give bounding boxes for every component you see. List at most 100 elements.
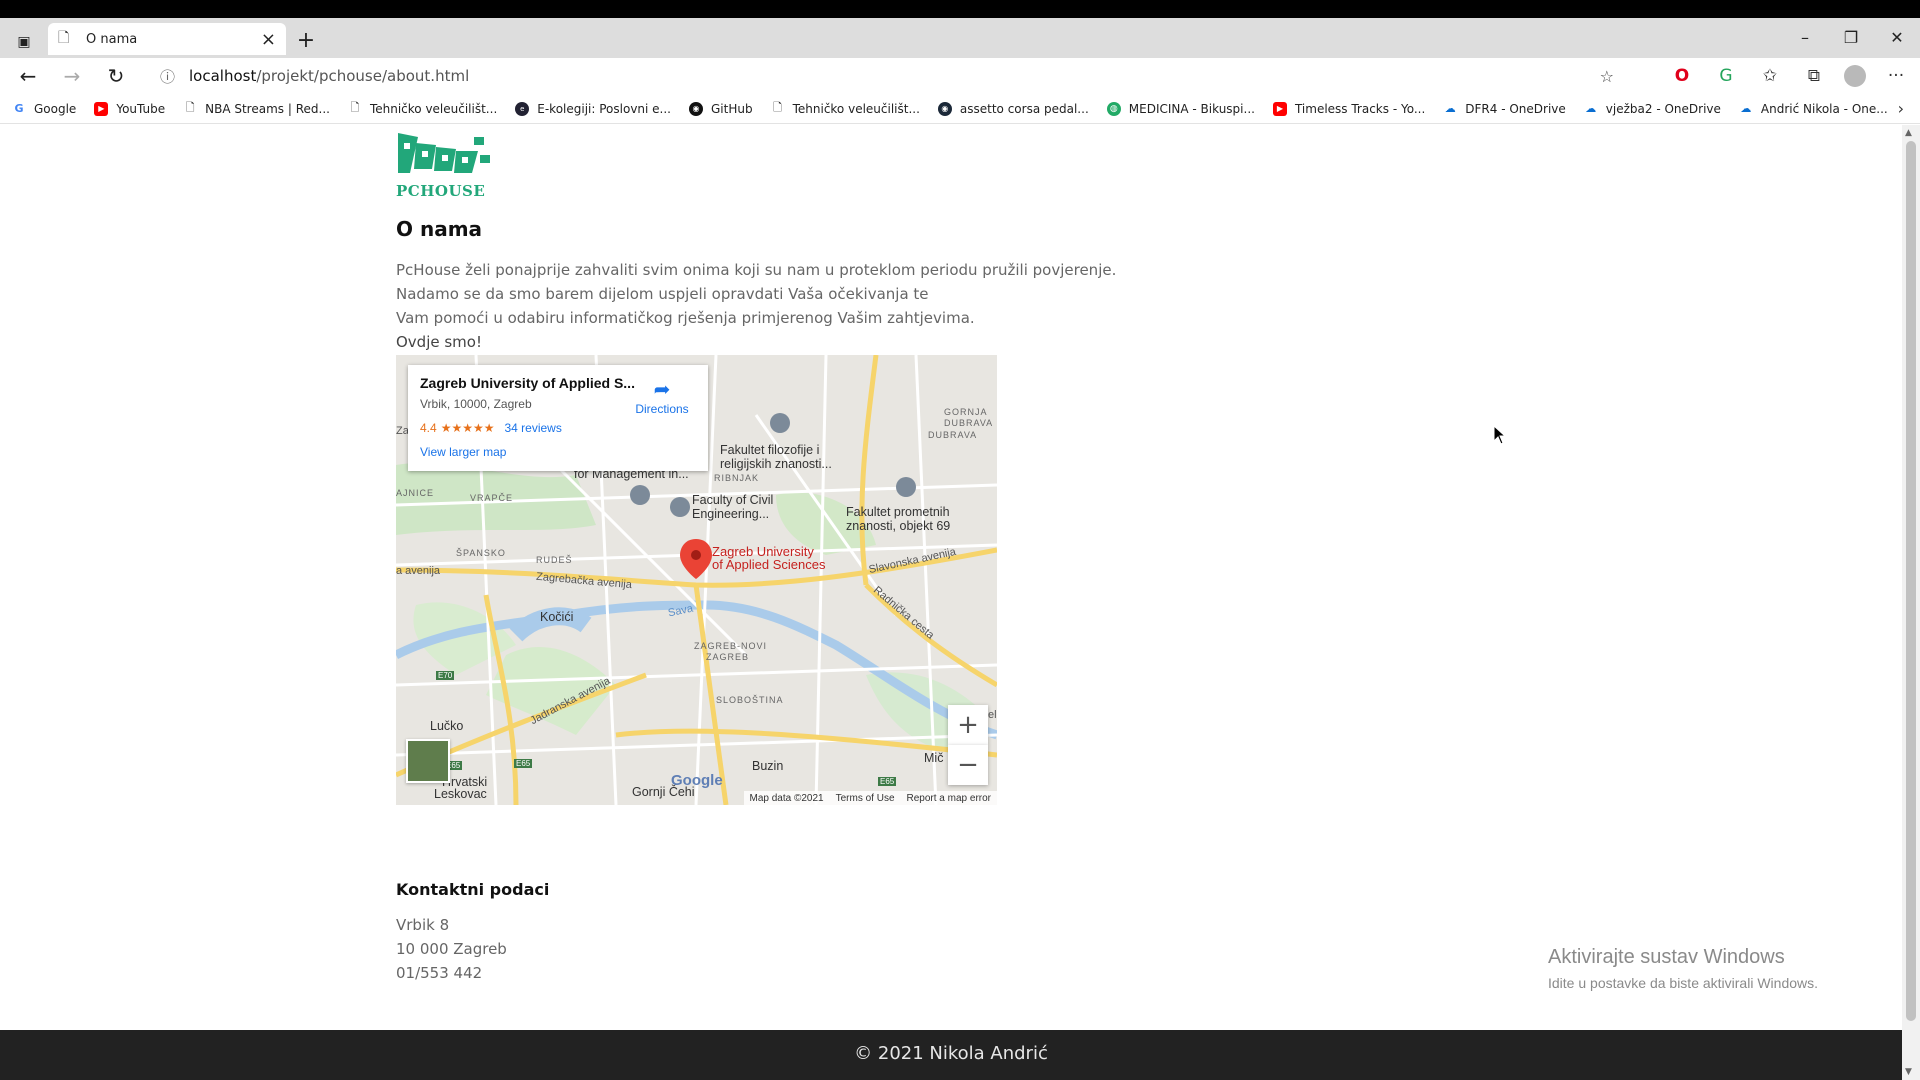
- profile-avatar[interactable]: [1844, 65, 1866, 87]
- map-label: RUDEŠ: [536, 555, 573, 565]
- page-content: PCHOUSE O nama PcHouse želi ponajprije z…: [0, 125, 1902, 1080]
- favorite-item[interactable]: ◍ MEDICINA - Bikuspi...: [1106, 101, 1255, 116]
- view-larger-map-link[interactable]: View larger map: [420, 445, 696, 459]
- map-label: Engineering...: [692, 507, 770, 521]
- scroll-down-icon[interactable]: ▼: [1905, 1067, 1912, 1077]
- road-shield: E65: [514, 759, 533, 768]
- map-place-card: Zagreb University of Applied S... Vrbik,…: [408, 365, 708, 471]
- collections-icon[interactable]: ⧉: [1800, 62, 1828, 90]
- map-label: DUBRAVA: [944, 418, 994, 428]
- map-label: Leskovac: [434, 787, 487, 801]
- zoom-out-button[interactable]: −: [948, 745, 988, 785]
- road-shield: E70: [436, 671, 455, 680]
- add-favorite-icon[interactable]: ☆: [1600, 67, 1614, 86]
- favorite-item[interactable]: ◉ assetto corsa pedal...: [937, 101, 1089, 116]
- map-label: religijskih znanosti...: [720, 457, 832, 471]
- tab-title: O nama: [86, 31, 138, 47]
- ekolegiji-icon: e: [515, 101, 530, 116]
- terms-link[interactable]: Terms of Use: [836, 793, 895, 804]
- favorite-item[interactable]: ☁ Andrić Nikola - One...: [1739, 102, 1887, 116]
- map-label: ZAGREB-NOVI: [694, 641, 768, 651]
- info-icon[interactable]: ⓘ: [160, 66, 175, 87]
- chevron-right-icon[interactable]: ›: [1898, 99, 1904, 118]
- report-error-link[interactable]: Report a map error: [907, 793, 991, 804]
- page-icon: 🗋: [185, 101, 195, 114]
- map-label: Kočići: [540, 610, 574, 624]
- minimize-icon[interactable]: –: [1782, 23, 1828, 53]
- url-host: localhost: [189, 67, 257, 85]
- map-label: Faculty of Civil: [692, 493, 774, 507]
- tab-actions-icon[interactable]: ▣: [12, 30, 36, 54]
- restore-icon[interactable]: ❐: [1828, 23, 1874, 53]
- map-label: RIBNJAK: [714, 473, 760, 483]
- favorite-item[interactable]: ▶ Timeless Tracks - Yo...: [1272, 101, 1425, 116]
- url-path: /projekt/pchouse/about.html: [256, 67, 470, 85]
- page-icon: 🗋: [773, 101, 783, 114]
- map-label: AJNICE: [396, 488, 435, 498]
- directions-button[interactable]: ➦ Directions: [632, 377, 692, 416]
- scroll-up-icon[interactable]: ▲: [1905, 128, 1912, 138]
- road-shield: E65: [878, 777, 897, 786]
- onedrive-icon: ☁: [1585, 102, 1597, 115]
- grammarly-extension-icon[interactable]: G: [1712, 62, 1740, 90]
- url-text: localhost/projekt/pchouse/about.html: [189, 67, 469, 85]
- map-label: SLOBOŠTINA: [716, 695, 784, 705]
- page-scrollbar[interactable]: ▲ ▼: [1902, 125, 1920, 1080]
- favorite-item[interactable]: 🗋 NBA Streams | Red...: [183, 101, 330, 116]
- mouse-cursor-icon: [1493, 425, 1507, 445]
- browser-window: ▣ 🗋 O nama × + – ❐ ✕ ← → ↻ ⓘ localhost/p…: [0, 0, 1920, 1080]
- map-label: Mič: [924, 751, 944, 765]
- reviews-link[interactable]: 34 reviews: [504, 421, 561, 435]
- map-label: Za: [396, 425, 409, 437]
- github-icon: ◉: [689, 101, 703, 116]
- place-rating: 4.4 ★★★★★ 34 reviews: [420, 421, 562, 435]
- about-line-2: Nadamo se da smo barem dijelom uspjeli o…: [396, 285, 929, 303]
- favorite-item[interactable]: ◉ GitHub: [689, 101, 753, 116]
- onedrive-icon: ☁: [1444, 102, 1456, 115]
- google-icon: G: [14, 102, 24, 115]
- refresh-button[interactable]: ↻: [102, 62, 130, 90]
- favorite-item[interactable]: ☁ DFR4 - OneDrive: [1443, 102, 1566, 116]
- map-marker-label: of Applied Sciences: [712, 557, 826, 572]
- map-label: a avenija: [396, 565, 441, 577]
- tab-active[interactable]: 🗋 O nama ×: [48, 23, 286, 55]
- map-label: znanosti, objekt 69: [846, 519, 951, 533]
- new-tab-button[interactable]: +: [292, 26, 320, 54]
- satellite-toggle[interactable]: [406, 739, 450, 783]
- favorite-item[interactable]: 🗋 Tehničko veleučilišt...: [771, 101, 920, 116]
- favorite-item[interactable]: e E-kolegiji: Poslovni e...: [515, 101, 671, 116]
- logo-text: PCHOUSE: [396, 182, 486, 200]
- favorite-item[interactable]: ▶ YouTube: [94, 101, 165, 116]
- google-map-embed[interactable]: Za for Management in... Fakultet filozof…: [396, 355, 997, 805]
- contact-city: 10 000 Zagreb: [396, 940, 507, 958]
- map-label: Lučko: [430, 719, 464, 733]
- tab-strip: [0, 18, 1920, 58]
- title-bar: ▣ 🗋 O nama × + – ❐ ✕: [0, 0, 1920, 58]
- forward-button[interactable]: →: [58, 62, 86, 90]
- page-icon: 🗋: [350, 101, 360, 114]
- favorites-bar: G Google ▶ YouTube 🗋 NBA Streams | Red... 🗋…: [0, 94, 1920, 124]
- google-logo: Google: [671, 772, 723, 789]
- windows-activation-watermark: Aktivirajte sustav Windows Idite u posta…: [1548, 946, 1819, 991]
- onedrive-icon: ☁: [1740, 102, 1752, 115]
- about-line-3: Vam pomoći u odabiru informatičkog rješe…: [396, 309, 975, 327]
- map-label: ZAGREB: [706, 652, 750, 662]
- youtube-icon: ▶: [1272, 101, 1287, 116]
- opera-extension-icon[interactable]: O: [1668, 62, 1696, 90]
- window-controls: – ❐ ✕: [1782, 23, 1920, 53]
- map-label: DUBRAVA: [928, 430, 978, 440]
- zoom-in-button[interactable]: +: [948, 705, 988, 745]
- more-menu-icon[interactable]: ···: [1882, 62, 1910, 90]
- scrollbar-thumb[interactable]: [1906, 141, 1916, 1021]
- directions-icon: ➦: [653, 379, 671, 401]
- favorite-item[interactable]: ☁ vježba2 - OneDrive: [1584, 102, 1721, 116]
- address-bar[interactable]: ⓘ localhost/projekt/pchouse/about.html ☆: [146, 60, 1626, 92]
- close-window-icon[interactable]: ✕: [1874, 23, 1920, 53]
- star-rating-icon: ★★★★★: [440, 421, 495, 435]
- back-button[interactable]: ←: [14, 62, 42, 90]
- map-data-text: Map data ©2021: [749, 792, 824, 804]
- close-tab-icon[interactable]: ×: [261, 29, 276, 50]
- favorite-item[interactable]: 🗋 Tehničko veleučilišt...: [348, 101, 498, 116]
- favorite-item[interactable]: G Google: [12, 102, 76, 116]
- favorites-icon[interactable]: ✩: [1756, 62, 1784, 90]
